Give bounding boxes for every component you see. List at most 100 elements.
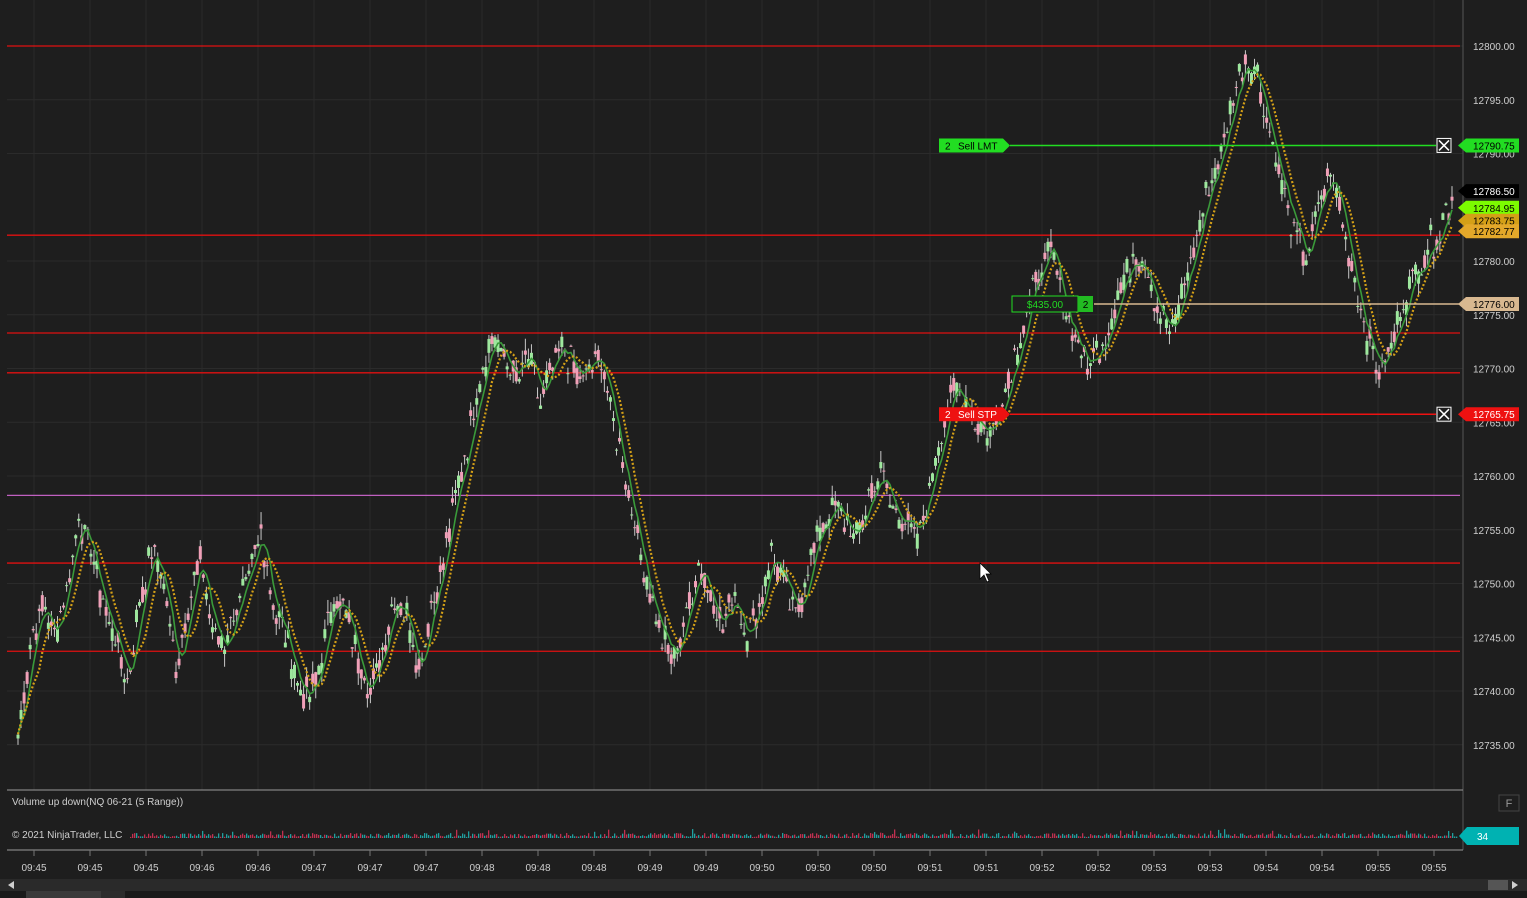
- volume-bar: [734, 833, 736, 838]
- volume-bar: [990, 836, 992, 838]
- volume-bar: [1374, 834, 1376, 838]
- volume-bar: [788, 835, 790, 838]
- volume-bar: [446, 835, 448, 838]
- volume-bar: [1202, 835, 1204, 838]
- volume-bar: [504, 834, 506, 838]
- bar-body: [1304, 260, 1308, 265]
- volume-bar: [1102, 836, 1104, 838]
- horizontal-scrollbar[interactable]: [0, 879, 1527, 891]
- volume-bar: [1278, 833, 1280, 838]
- volume-bar: [1212, 834, 1214, 838]
- volume-bar: [202, 830, 204, 838]
- volume-bar: [298, 836, 300, 838]
- volume-bar: [628, 833, 630, 838]
- time-tick-label: 09:47: [413, 863, 438, 874]
- volume-bar: [1070, 835, 1072, 838]
- scrollbar-thumb[interactable]: [1488, 880, 1508, 890]
- price-marker-label: 12782.77: [1473, 227, 1515, 238]
- bar-body: [460, 471, 464, 482]
- bar-body: [1006, 371, 1010, 389]
- bar-body: [375, 663, 378, 668]
- volume-bar: [1250, 834, 1252, 838]
- volume-bar: [292, 835, 294, 838]
- volume-bar: [388, 833, 390, 838]
- volume-bar: [1276, 836, 1278, 838]
- volume-bar: [630, 833, 632, 838]
- volume-bar: [320, 835, 322, 838]
- bar-body: [1022, 325, 1026, 334]
- close-icon[interactable]: [1436, 137, 1452, 153]
- bar-body: [28, 644, 32, 650]
- volume-bar: [568, 835, 570, 838]
- chart-canvas[interactable]: 2 Sell LMT 2 Sell STP $435.00 2 12800.00…: [0, 0, 1527, 898]
- volume-bar: [746, 834, 748, 838]
- volume-bar: [140, 836, 142, 838]
- bar-body: [934, 457, 938, 466]
- volume-bar: [1288, 836, 1290, 838]
- volume-bar: [814, 836, 816, 838]
- volume-bar: [948, 834, 950, 838]
- bar-body: [1058, 277, 1062, 280]
- volume-bar: [204, 834, 206, 838]
- volume-bar: [938, 835, 940, 838]
- volume-bar: [934, 836, 936, 838]
- volume-bar: [354, 834, 356, 838]
- volume-bar: [1230, 835, 1232, 838]
- bar-body: [739, 623, 743, 625]
- volume-bar: [540, 835, 542, 838]
- bar-body: [305, 676, 309, 688]
- volume-bar: [1158, 834, 1160, 838]
- volume-bar: [1270, 833, 1272, 838]
- volume-bar: [492, 835, 494, 838]
- volume-bar: [1378, 834, 1380, 838]
- volume-bar: [1360, 833, 1362, 838]
- volume-bar: [1234, 834, 1236, 838]
- volume-bar: [198, 834, 200, 838]
- volume-bar: [168, 836, 170, 838]
- volume-bar: [148, 833, 150, 838]
- volume-bar: [992, 835, 994, 838]
- volume-bar: [172, 836, 174, 838]
- chart-tab[interactable]: [26, 891, 101, 898]
- bar-body: [621, 462, 625, 468]
- volume-bar: [1096, 835, 1098, 838]
- volume-bar: [766, 833, 768, 838]
- volume-bar: [654, 833, 656, 838]
- volume-bar: [618, 836, 620, 838]
- bar-body: [341, 598, 345, 601]
- bar-body: [1389, 342, 1393, 349]
- volume-bar: [470, 836, 472, 838]
- bar-body: [687, 592, 691, 609]
- bar-body: [37, 608, 41, 612]
- volume-bar: [1328, 834, 1330, 838]
- volume-bar: [986, 833, 988, 838]
- volume-bar: [490, 834, 492, 838]
- volume-bar: [1426, 836, 1428, 838]
- volume-bar: [1086, 836, 1088, 838]
- bar-body: [539, 405, 543, 409]
- volume-bar: [768, 834, 770, 838]
- time-tick-label: 09:46: [245, 863, 270, 874]
- volume-bar: [532, 835, 534, 838]
- close-icon[interactable]: [1436, 406, 1452, 422]
- bar-body: [283, 642, 287, 648]
- volume-bar: [1040, 835, 1042, 838]
- add-tab-button[interactable]: [101, 891, 125, 898]
- volume-bar: [770, 835, 772, 838]
- volume-bar: [1362, 836, 1364, 838]
- bar-body: [174, 671, 178, 679]
- volume-bar: [434, 835, 436, 838]
- price-tick-label: 12775.00: [1473, 311, 1515, 322]
- bar-body: [356, 658, 360, 674]
- volume-bar: [1072, 833, 1074, 838]
- bar-body: [1210, 180, 1214, 184]
- volume-bar: [184, 833, 186, 838]
- bar-body: [350, 647, 354, 649]
- volume-bar: [730, 836, 732, 838]
- volume-bar: [384, 835, 386, 838]
- volume-bar: [1454, 836, 1456, 838]
- volume-bar: [566, 833, 568, 838]
- bar-body: [259, 524, 263, 529]
- volume-bar: [1022, 836, 1024, 838]
- f-button-label: F: [1506, 798, 1513, 810]
